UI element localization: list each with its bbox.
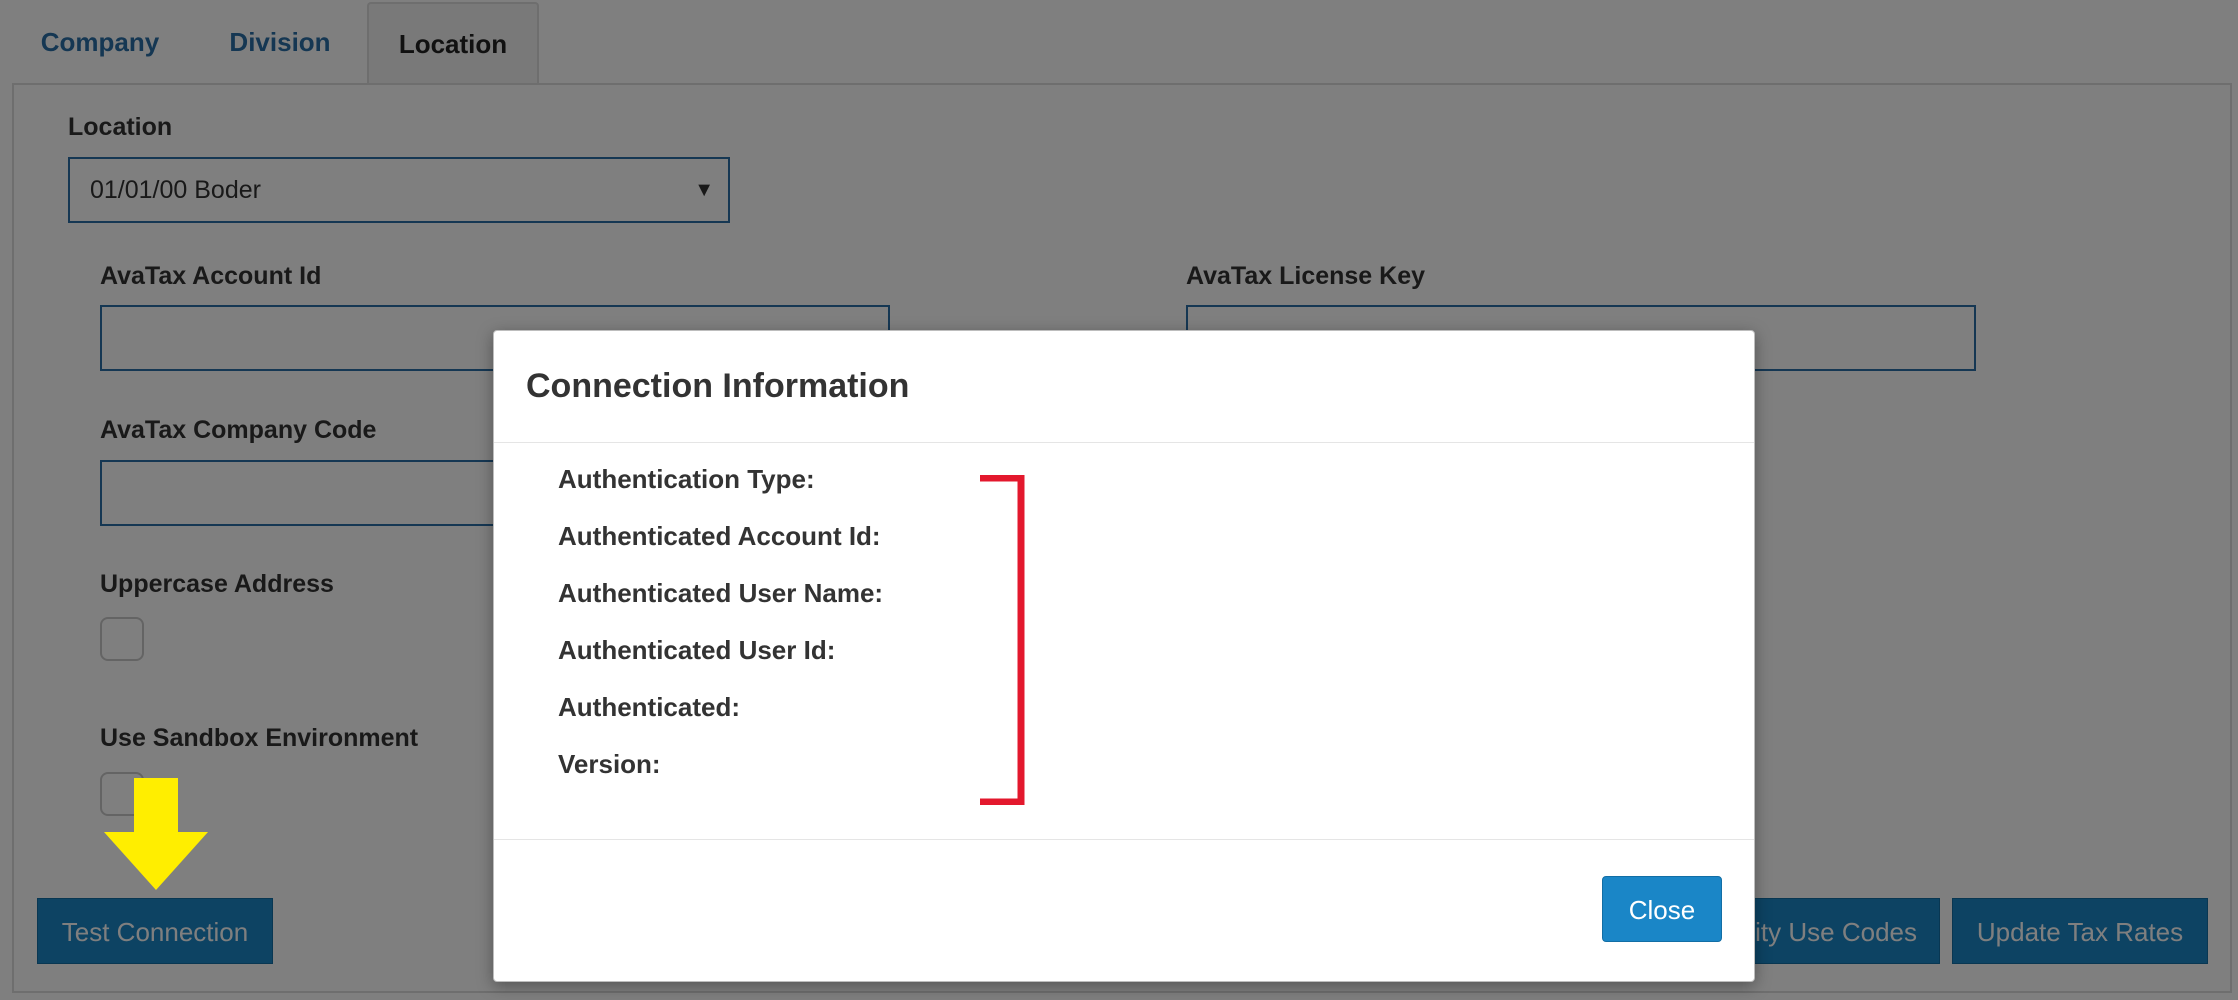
- down-arrow-icon: [104, 778, 208, 890]
- modal-body: Authentication Type: Authenticated Accou…: [494, 444, 1754, 839]
- modal-title: Connection Information: [526, 367, 910, 405]
- modal-header: Connection Information: [494, 331, 1754, 443]
- modal-footer: Close: [494, 839, 1754, 983]
- field-authenticated-user-name: Authenticated User Name:: [558, 578, 884, 608]
- app-window: Company Division Location Location 01/01…: [0, 0, 2238, 1000]
- close-button[interactable]: Close: [1602, 876, 1722, 942]
- bracket-icon: [980, 475, 1025, 805]
- connection-info-modal: Connection Information Authentication Ty…: [493, 330, 1755, 982]
- field-authenticated-account-id: Authenticated Account Id:: [558, 521, 881, 551]
- field-authenticated: Authenticated:: [558, 692, 740, 722]
- field-version: Version:: [558, 749, 661, 779]
- field-authentication-type: Authentication Type:: [558, 464, 815, 494]
- field-authenticated-user-id: Authenticated User Id:: [558, 635, 836, 665]
